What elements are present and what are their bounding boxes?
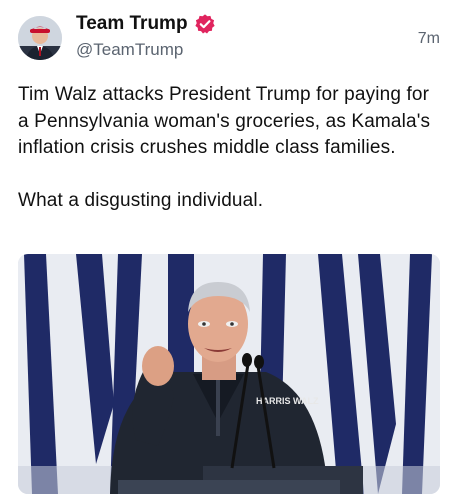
display-name[interactable]: Team Trump	[76, 13, 188, 35]
handle[interactable]: @TeamTrump	[76, 40, 183, 60]
post-timestamp[interactable]: 7m	[418, 30, 440, 48]
speaker-photo: HARRIS WALZ	[18, 254, 440, 494]
author-name-row: Team Trump	[76, 12, 216, 36]
avatar[interactable]	[18, 16, 62, 60]
post-text-paragraph-1: Tim Walz attacks President Trump for pay…	[18, 84, 431, 158]
post-header: Team Trump @TeamTrump 7m	[18, 12, 442, 64]
post-media-image[interactable]: HARRIS WALZ	[18, 254, 440, 494]
post-body: Tim Walz attacks President Trump for pay…	[18, 82, 442, 214]
profile-photo	[18, 16, 62, 60]
verified-badge-icon	[194, 14, 215, 34]
post-text-paragraph-2: What a disgusting individual.	[18, 189, 264, 211]
